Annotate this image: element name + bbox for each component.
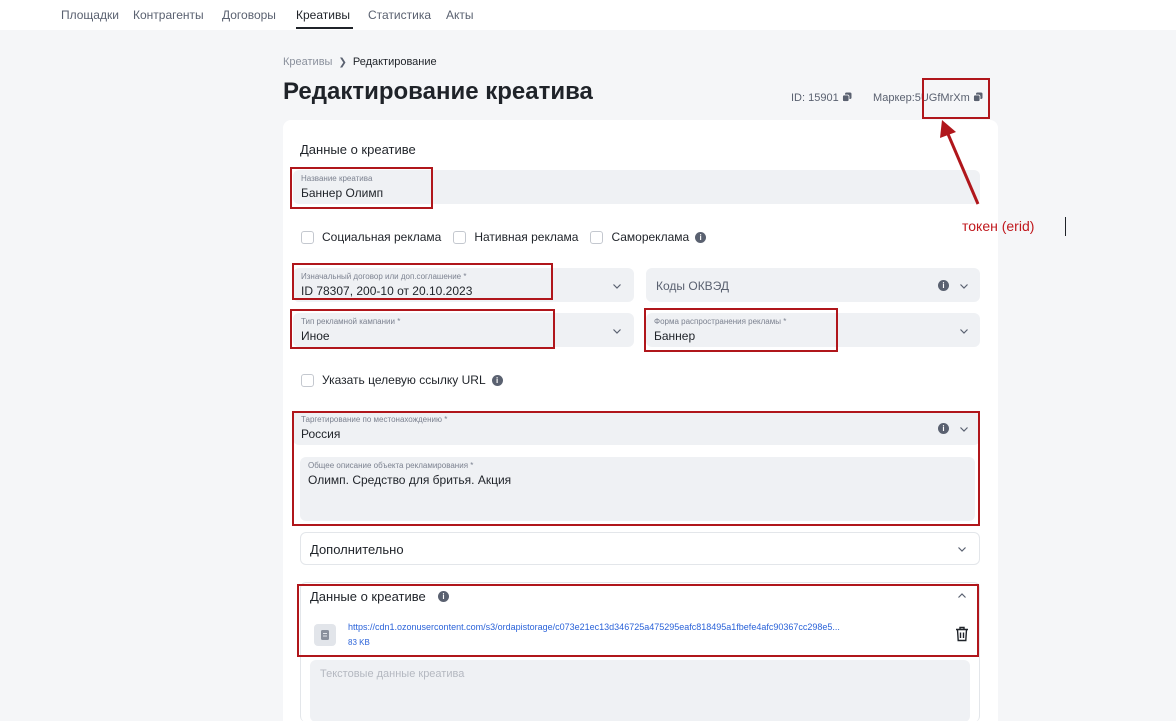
nav-item-creatives[interactable]: Креативы [296, 8, 350, 22]
creative-text-data-placeholder: Текстовые данные креатива [320, 668, 465, 680]
ad-description-value: Олимп. Средство для бритья. Акция [308, 473, 512, 487]
annotation-arrow-icon [940, 120, 980, 205]
breadcrumb: Креативы ❯ Редактирование [283, 56, 437, 68]
campaign-type-select[interactable]: Тип рекламной кампании * Иное [293, 313, 634, 347]
nav-item-platforms[interactable]: Площадки [61, 8, 119, 22]
campaign-type-value: Иное [301, 329, 330, 343]
chevron-up-icon[interactable] [957, 591, 967, 601]
chevron-down-icon [613, 284, 621, 289]
copy-id-icon[interactable] [841, 92, 852, 102]
creative-marker: Маркер:5UGfMrXm [873, 92, 983, 104]
self-ad-checkbox[interactable] [590, 230, 604, 244]
nav-item-contracts[interactable]: Договоры [222, 8, 276, 22]
contract-value: ID 78307, 200-10 от 20.10.2023 [301, 284, 473, 298]
top-navigation: Площадки Контрагенты Договоры Креативы С… [0, 0, 1176, 30]
trash-icon[interactable] [955, 626, 969, 642]
nav-item-acts[interactable]: Акты [446, 8, 474, 22]
additional-section-title: Дополнительно [310, 542, 404, 557]
creative-name-field[interactable]: Название креатива Баннер Олимп [293, 170, 980, 204]
native-ad-label: Нативная реклама [474, 230, 579, 244]
active-tab-indicator [296, 27, 353, 29]
creative-name-value: Баннер Олимп [301, 186, 384, 200]
okved-info-icon[interactable]: i [938, 280, 949, 291]
native-ad-checkbox[interactable] [453, 230, 467, 244]
file-document-icon [314, 624, 336, 646]
okved-placeholder: Коды ОКВЭД [656, 279, 730, 293]
ad-description-label: Общее описание объекта рекламирования * [308, 461, 474, 470]
creative-text-data-textarea[interactable]: Текстовые данные креатива [310, 660, 970, 721]
chevron-down-icon [960, 329, 968, 334]
geo-targeting-label: Таргетирование по местонахождению * [301, 415, 448, 424]
social-ad-label: Социальная реклама [322, 230, 442, 244]
marker-label: Маркер: [873, 92, 915, 104]
geo-targeting-select[interactable]: Таргетирование по местонахождению * Росс… [293, 411, 980, 445]
creative-id-label: ID: 15901 [791, 92, 839, 104]
creative-id: ID: 15901 [791, 92, 852, 104]
creative-file-link[interactable]: https://cdn1.ozonusercontent.com/s3/orda… [348, 622, 840, 632]
geo-info-icon[interactable]: i [938, 423, 949, 434]
campaign-type-label: Тип рекламной кампании * [301, 317, 401, 326]
creative-file-size: 83 KB [348, 638, 370, 647]
creative-name-label: Название креатива [301, 174, 373, 183]
contract-select[interactable]: Изначальный договор или доп.соглашение *… [293, 268, 634, 302]
self-ad-info-icon[interactable]: i [695, 231, 707, 243]
native-ad-option: Нативная реклама [453, 230, 578, 244]
social-ad-option: Социальная реклама [301, 230, 441, 244]
ad-type-checkboxes: Социальная реклама Нативная реклама Само… [301, 230, 718, 244]
text-cursor [1065, 217, 1066, 236]
breadcrumb-current: Редактирование [352, 56, 437, 68]
target-url-checkbox[interactable] [301, 373, 314, 387]
additional-section-header[interactable]: Дополнительно [300, 532, 980, 565]
self-ad-option: Самореклама i [590, 230, 707, 244]
geo-targeting-value: Россия [301, 427, 341, 441]
target-url-info-icon[interactable]: i [491, 374, 503, 386]
copy-marker-icon[interactable] [972, 92, 983, 102]
chevron-down-icon [960, 284, 968, 289]
section-title-creative: Данные о креативе [300, 142, 416, 157]
social-ad-checkbox[interactable] [301, 230, 314, 244]
ad-form-value: Баннер [654, 329, 696, 343]
nav-item-counterparties[interactable]: Контрагенты [133, 8, 204, 22]
marker-value: 5UGfMrXm [914, 92, 970, 104]
contract-label: Изначальный договор или доп.соглашение * [301, 272, 467, 281]
ad-form-label: Форма распространения рекламы * [654, 317, 787, 326]
target-url-option: Указать целевую ссылку URL i [301, 373, 503, 387]
target-url-label: Указать целевую ссылку URL [322, 373, 486, 387]
nav-item-statistics[interactable]: Статистика [368, 8, 431, 22]
breadcrumb-creatives[interactable]: Креативы [283, 56, 332, 68]
annotation-text: токен (erid) [962, 218, 1035, 234]
chevron-down-icon [960, 427, 968, 432]
creative-data-section-title: Данные о креативе [310, 589, 426, 604]
self-ad-label: Самореклама [611, 230, 690, 244]
ad-description-textarea[interactable]: Общее описание объекта рекламирования * … [300, 457, 975, 521]
chevron-down-icon [613, 329, 621, 334]
chevron-down-icon [958, 547, 966, 552]
okved-select[interactable]: Коды ОКВЭД i [646, 268, 980, 302]
ad-form-select[interactable]: Форма распространения рекламы * Баннер [646, 313, 980, 347]
page-title: Редактирование креатива [283, 78, 593, 105]
breadcrumb-separator-icon: ❯ [338, 57, 347, 68]
creative-data-info-icon[interactable]: i [438, 591, 449, 602]
